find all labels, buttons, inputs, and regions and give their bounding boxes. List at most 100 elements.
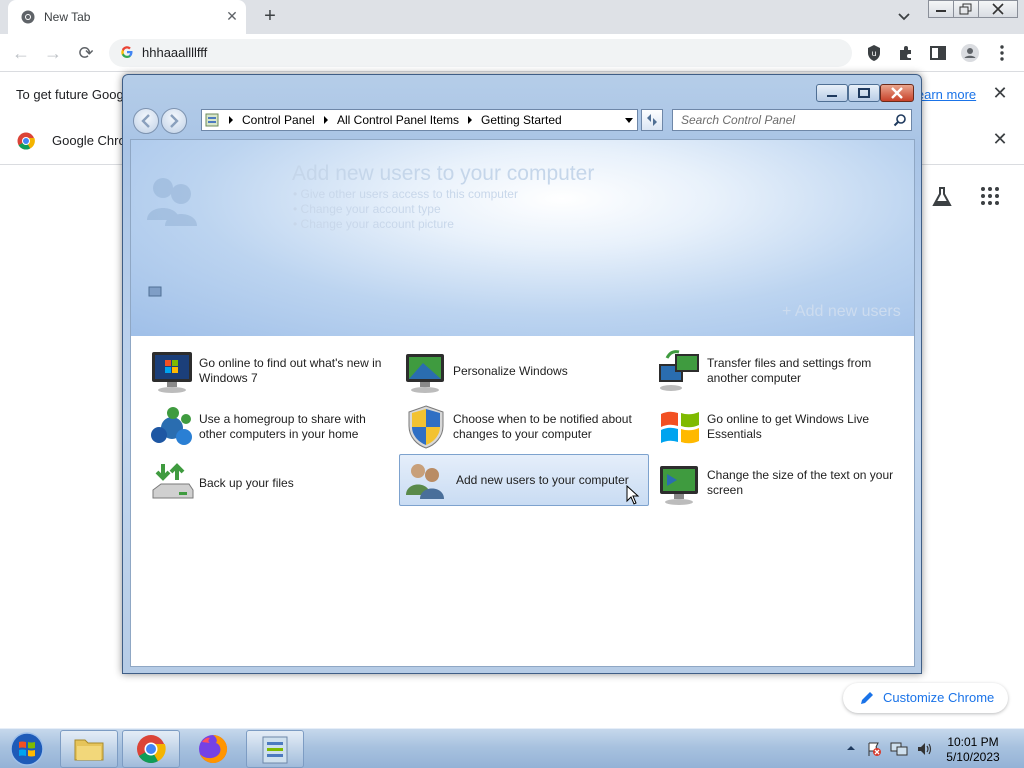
- users-ghost-icon: [147, 178, 197, 226]
- personalize-monitor-icon: [406, 354, 444, 393]
- address-bar[interactable]: hhhaaallllfff: [109, 39, 852, 67]
- windows-taskbar: 10:01 PM 5/10/2023: [0, 728, 1024, 768]
- volume-icon[interactable]: [916, 741, 934, 757]
- cp-address-bar[interactable]: Control Panel All Control Panel Items Ge…: [201, 109, 638, 131]
- homegroup-icon: [151, 407, 192, 445]
- firefox-icon[interactable]: [196, 732, 230, 766]
- hero-banner: Add new users to your computer • Give ot…: [131, 140, 914, 336]
- back-button[interactable]: ←: [10, 42, 32, 64]
- cp-close-button[interactable]: [880, 84, 914, 102]
- side-panel-icon[interactable]: [928, 43, 948, 63]
- control-panel-window: Control Panel All Control Panel Items Ge…: [122, 74, 922, 674]
- cp-refresh-button[interactable]: [641, 109, 663, 131]
- apps-grid-icon[interactable]: [980, 186, 1000, 206]
- breadcrumb-all-items[interactable]: All Control Panel Items: [337, 113, 459, 127]
- chrome-taskbar-icon: [137, 735, 166, 763]
- cp-minimize-button[interactable]: [816, 84, 848, 102]
- info-bar-close-icon[interactable]: ✕: [992, 84, 1008, 102]
- search-placeholder: Search Control Panel: [681, 113, 796, 127]
- task-label: Transfer files and settings from another…: [707, 356, 872, 385]
- hero-action-text: Add new users: [794, 303, 901, 320]
- task-label: Back up your files: [199, 476, 294, 490]
- pencil-icon: [861, 692, 873, 704]
- task-uac[interactable]: Choose when to be notified about changes…: [401, 402, 651, 454]
- hero-bullet-text: Change your account picture: [300, 217, 454, 231]
- task-label: Use a homegroup to share with other comp…: [199, 412, 366, 441]
- labs-flask-icon[interactable]: [931, 186, 953, 208]
- hero-add-users-link[interactable]: + Add new users: [782, 303, 901, 321]
- new-tab-button[interactable]: +: [260, 6, 280, 26]
- back-forward-buttons: [133, 108, 189, 134]
- transfer-computers-icon: [659, 350, 699, 391]
- hero-bullet: • Change your account picture: [293, 217, 454, 231]
- svg-text:u: u: [871, 49, 876, 58]
- small-window-icon: [148, 286, 162, 297]
- task-personalize[interactable]: Personalize Windows: [401, 346, 651, 398]
- breadcrumb-getting-started[interactable]: Getting Started: [481, 113, 562, 127]
- hero-bullet: • Change your account type: [293, 202, 441, 216]
- taskbar-control-panel[interactable]: [246, 730, 304, 768]
- start-button[interactable]: [5, 731, 49, 767]
- cp-back-button[interactable]: [133, 108, 159, 134]
- mouse-cursor-icon: [626, 485, 640, 505]
- tab-close-icon[interactable]: ✕: [224, 8, 240, 24]
- cp-maximize-button[interactable]: [848, 84, 880, 102]
- task-label: Choose when to be notified about changes…: [453, 412, 632, 441]
- control-panel-icon: [205, 113, 219, 127]
- show-hidden-icons-icon[interactable]: [846, 743, 856, 753]
- system-clock[interactable]: 10:01 PM 5/10/2023: [940, 735, 1006, 765]
- clock-date: 5/10/2023: [946, 750, 1000, 764]
- learn-more-link[interactable]: learn more: [914, 87, 976, 102]
- action-center-flag-icon[interactable]: [866, 741, 882, 757]
- folder-icon: [74, 739, 104, 761]
- hero-bullet-text: Give other users access to this computer: [300, 187, 518, 201]
- more-menu-icon[interactable]: [992, 43, 1012, 63]
- google-g-icon: [121, 46, 133, 58]
- forward-button[interactable]: →: [42, 42, 64, 64]
- refresh-arrows-icon: [647, 114, 657, 126]
- task-homegroup[interactable]: Use a homegroup to share with other comp…: [147, 402, 397, 454]
- breadcrumb-separator-icon: [468, 116, 472, 124]
- getting-started-pane: Add new users to your computer • Give ot…: [130, 139, 915, 667]
- task-add-users[interactable]: Add new users to your computer: [399, 454, 649, 506]
- shield-extension-icon[interactable]: u: [864, 43, 884, 63]
- cp-forward-button[interactable]: [161, 108, 187, 134]
- hero-title: Add new users to your computer: [292, 162, 595, 185]
- customize-chrome-button[interactable]: Customize Chrome: [843, 683, 1008, 713]
- chrome-logo-icon: [17, 132, 35, 150]
- task-backup[interactable]: Back up your files: [147, 458, 397, 510]
- task-label: Personalize Windows: [453, 364, 568, 378]
- info-bar-text: To get future Goog: [16, 87, 124, 102]
- customize-chrome-label: Customize Chrome: [883, 690, 995, 705]
- chrome-icon: [21, 10, 35, 24]
- task-live-essentials[interactable]: Go online to get Windows Live Essentials: [655, 402, 905, 454]
- browser-toolbar: ← → ⟳ hhhaaallllfff u: [0, 34, 1024, 72]
- extensions-puzzle-icon[interactable]: [896, 43, 916, 63]
- cp-search-box[interactable]: Search Control Panel: [672, 109, 912, 131]
- restore-button[interactable]: [953, 0, 979, 18]
- taskbar-chrome[interactable]: [122, 730, 180, 768]
- task-label: Change the size of the text on your scre…: [707, 468, 894, 497]
- close-window-button[interactable]: [978, 0, 1018, 18]
- backup-drive-icon: [152, 463, 194, 499]
- address-dropdown-icon[interactable]: [625, 118, 633, 123]
- taskbar-explorer[interactable]: [60, 730, 118, 768]
- reload-button[interactable]: ⟳: [75, 42, 97, 64]
- hero-bullet-text: Change your account type: [300, 202, 441, 216]
- breadcrumb-separator-icon: [324, 116, 328, 124]
- task-text-size[interactable]: Change the size of the text on your scre…: [655, 458, 905, 510]
- tab-search-icon[interactable]: [896, 10, 912, 24]
- windows-flag-icon: [661, 411, 699, 444]
- network-icon[interactable]: [890, 741, 908, 757]
- profile-avatar-icon[interactable]: [960, 43, 980, 63]
- task-transfer-files[interactable]: Transfer files and settings from another…: [655, 346, 905, 398]
- address-text: hhhaaallllfff: [142, 45, 208, 60]
- tab-new-tab[interactable]: New Tab ✕: [8, 0, 246, 34]
- users-icon: [406, 464, 444, 499]
- minimize-button[interactable]: [928, 0, 954, 18]
- search-icon[interactable]: [893, 113, 907, 127]
- hero-bullet: • Give other users access to this comput…: [293, 187, 518, 201]
- breadcrumb-control-panel[interactable]: Control Panel: [242, 113, 315, 127]
- task-whats-new[interactable]: Go online to find out what's new in Wind…: [147, 346, 397, 398]
- info-bar-close-icon[interactable]: ✕: [992, 130, 1008, 148]
